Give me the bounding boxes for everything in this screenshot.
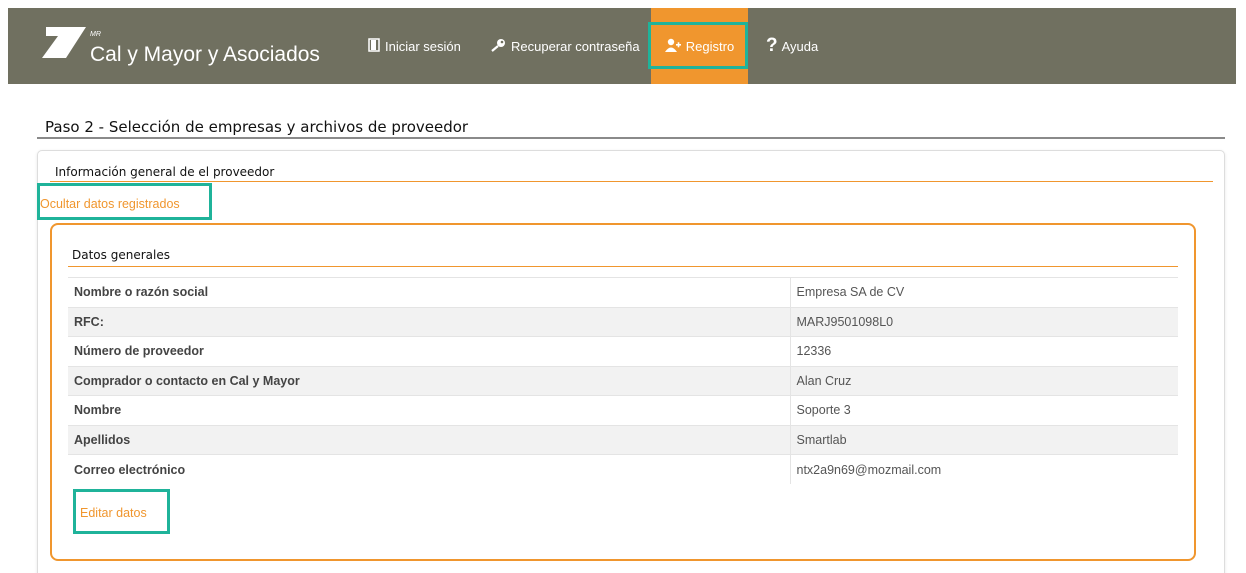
row-value: MARJ9501098L0: [789, 306, 1178, 337]
brand-logo[interactable]: MR Cal y Mayor y Asociados: [36, 22, 326, 72]
table-row: Nombre o razón social Empresa SA de CV: [68, 277, 1178, 307]
table-row: Nombre Soporte 3: [68, 395, 1178, 425]
top-navbar: MR Cal y Mayor y Asociados Iniciar sesió…: [8, 8, 1236, 84]
row-label: RFC:: [68, 306, 790, 337]
table-row: Número de proveedor 12336: [68, 336, 1178, 366]
row-label: Comprador o contacto en Cal y Mayor: [68, 365, 790, 396]
row-value: Empresa SA de CV: [789, 277, 1178, 307]
row-value: Alan Cruz: [789, 365, 1178, 396]
question-icon: ?: [766, 35, 778, 56]
nav-login[interactable]: Iniciar sesión: [368, 8, 461, 84]
section-divider: [68, 266, 1178, 267]
general-data-section: Datos generales Nombre o razón social Em…: [50, 223, 1196, 561]
nav-recover-label: Recuperar contraseña: [511, 38, 640, 54]
section-heading: Datos generales: [72, 248, 170, 262]
nav-help[interactable]: ? Ayuda: [766, 8, 818, 84]
door-icon: [368, 37, 380, 55]
edit-data-link[interactable]: Editar datos: [80, 506, 147, 520]
row-value: Soporte 3: [789, 395, 1178, 425]
key-icon: [490, 38, 506, 55]
title-divider: [37, 137, 1225, 139]
row-value: ntx2a9n69@mozmail.com: [789, 454, 1178, 484]
nav-register-label: Registro: [685, 38, 735, 54]
panel-heading: Información general de el proveedor: [55, 165, 275, 179]
table-row: Apellidos Smartlab: [68, 424, 1178, 455]
nav-recover-password[interactable]: Recuperar contraseña: [490, 8, 640, 84]
row-value: 12336: [789, 336, 1178, 366]
table-row: Correo electrónico ntx2a9n69@mozmail.com: [68, 454, 1178, 484]
table-row: Comprador o contacto en Cal y Mayor Alan…: [68, 365, 1178, 396]
row-label: Apellidos: [68, 424, 790, 455]
row-value: Smartlab: [789, 424, 1178, 455]
logo-mark-icon: [42, 27, 86, 58]
user-plus-icon: [664, 38, 681, 55]
brand-name: Cal y Mayor y Asociados: [90, 43, 320, 66]
nav-register[interactable]: Registro: [651, 8, 748, 84]
brand-superscript: MR: [90, 31, 101, 38]
general-data-table: Nombre o razón social Empresa SA de CV R…: [68, 277, 1178, 484]
nav-login-label: Iniciar sesión: [385, 38, 461, 54]
row-label: Nombre: [68, 395, 790, 425]
hide-registered-data-link[interactable]: Ocultar datos registrados: [40, 197, 180, 211]
page-title: Paso 2 - Selección de empresas y archivo…: [45, 118, 469, 136]
row-label: Nombre o razón social: [68, 277, 790, 307]
nav-help-label: Ayuda: [781, 38, 819, 54]
row-label: Correo electrónico: [68, 454, 790, 484]
table-row: RFC: MARJ9501098L0: [68, 306, 1178, 337]
row-label: Número de proveedor: [68, 336, 790, 366]
panel-divider: [50, 181, 1213, 182]
